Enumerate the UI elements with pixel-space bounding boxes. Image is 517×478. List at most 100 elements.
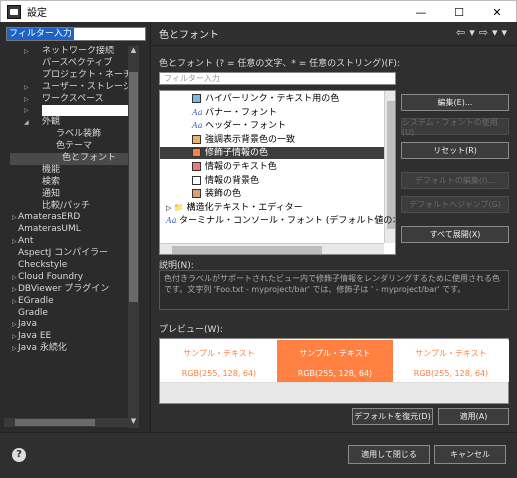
nav-menu-icon[interactable]: ▾ <box>492 26 498 39</box>
tree-vertical-scrollbar[interactable]: ▲ ▼ <box>128 46 139 428</box>
close-button[interactable]: ✕ <box>478 1 516 23</box>
color-font-item[interactable]: Aa バナー・フォント <box>160 107 384 119</box>
color-font-item[interactable]: 情報のテキスト色 <box>160 161 384 173</box>
tree-item[interactable]: プロジェクト・ネーチャー <box>4 70 136 82</box>
tree-item[interactable]: ▷ Ant <box>4 236 136 248</box>
edit-default-button[interactable]: デフォルトの編集(I)... <box>401 172 509 189</box>
tree-item-label: AmaterasUML <box>18 224 81 235</box>
color-font-item[interactable]: ハイパーリンク・テキスト用の色 <box>160 93 384 105</box>
collapsed-arrow-icon[interactable]: ▷ <box>12 212 17 224</box>
filter-input-text: フィルター入力 <box>7 28 74 40</box>
color-swatch-icon <box>192 175 201 185</box>
tree-item[interactable]: ▷ ネットワーク接続 <box>4 46 136 58</box>
app-icon <box>7 4 21 19</box>
tree-item[interactable]: 機能 <box>4 165 136 177</box>
category-folder-icon: 📁 <box>173 202 184 212</box>
collapsed-arrow-icon[interactable]: ▷ <box>12 331 17 343</box>
collapsed-arrow-icon[interactable]: ▷ <box>12 284 17 296</box>
tree-item[interactable]: ◢ 外観 <box>4 117 136 129</box>
color-font-item[interactable]: 強調表示背景色の一致 <box>160 134 384 146</box>
collapsed-arrow-icon[interactable]: ▷ <box>24 46 29 58</box>
help-icon[interactable]: ? <box>12 448 26 462</box>
collapsed-arrow-icon[interactable]: ▷ <box>24 82 29 94</box>
tree-item[interactable]: 色とフォント <box>10 153 136 165</box>
cancel-button[interactable]: キャンセル <box>434 445 506 464</box>
collapsed-arrow-icon[interactable]: ▷ <box>12 272 17 284</box>
expand-arrow-icon[interactable]: ▷ <box>166 204 174 212</box>
preview-box: サンプル・テキスト RGB(255, 128, 64) サンプル・テキスト RG… <box>159 338 509 404</box>
collapsed-arrow-icon[interactable]: ▷ <box>24 94 29 106</box>
collapsed-arrow-icon[interactable]: ▷ <box>12 236 17 248</box>
tree-item[interactable]: ▷ ワークスペース <box>4 94 136 106</box>
collapsed-arrow-icon[interactable]: ▷ <box>12 319 17 331</box>
tree-item[interactable]: AmaterasUML <box>4 224 136 236</box>
tree-item[interactable]: ▷ Java EE <box>4 331 136 343</box>
forward-arrow-icon[interactable]: ⇨ <box>479 26 488 39</box>
color-font-item-label: ハイパーリンク・テキスト用の色 <box>205 94 340 104</box>
tree-item[interactable]: 検索 <box>4 177 136 189</box>
tree-item[interactable]: 色テーマ <box>4 141 136 153</box>
reset-button[interactable]: リセット(R) <box>401 142 509 159</box>
tree-item-label: ラベル装飾 <box>56 129 102 140</box>
tree-item[interactable]: 比較/パッチ <box>4 201 136 213</box>
tree-item[interactable]: ▷ DBViewer プラグイン <box>4 284 136 296</box>
view-menu-icon[interactable]: ▾ <box>501 26 507 39</box>
scroll-down-icon[interactable]: ▼ <box>128 417 139 428</box>
color-filter-input[interactable]: フィルター入力 <box>159 72 396 85</box>
list-scroll-thumb[interactable] <box>387 101 395 229</box>
apply-and-close-button[interactable]: 適用して閉じる <box>348 445 430 464</box>
color-font-item[interactable]: Aa ヘッダー・フォント <box>160 120 384 132</box>
minimize-button[interactable]: — <box>402 1 440 23</box>
scroll-up-icon[interactable]: ▲ <box>128 46 139 57</box>
window-title: 設定 <box>27 8 47 19</box>
expanded-arrow-icon[interactable]: ◢ <box>24 117 29 129</box>
tree-horizontal-scrollbar[interactable] <box>4 418 128 427</box>
list-horizontal-scrollbar[interactable] <box>160 243 384 254</box>
collapsed-arrow-icon[interactable]: ▷ <box>12 343 17 355</box>
tree-hscroll-thumb[interactable] <box>15 419 95 426</box>
use-system-font-button[interactable]: システム・フォントの使用(U) <box>401 118 509 137</box>
tree-item[interactable]: ▷ ユーザー・ストレージ・サ <box>4 82 136 94</box>
color-font-item[interactable]: ▷ 📁 構造化テキスト・エディター <box>160 202 384 214</box>
color-font-item[interactable]: 情報の背景色 <box>160 175 384 187</box>
font-icon: Aa <box>166 216 177 226</box>
preview-rgb-text: RGB(255, 128, 64) <box>297 369 373 378</box>
goto-default-button[interactable]: デフォルトへジャンプ(G) <box>401 196 509 213</box>
colors-and-fonts-page: 色とフォント ⇦ ▾ ⇨ ▾ ▾ 色とフォント (? = 任意の文字、* = 任… <box>151 22 517 432</box>
color-font-item-label: 構造化テキスト・エディター <box>186 202 303 213</box>
tree-item[interactable]: Gradle <box>4 308 136 320</box>
preview-sample-text: サンプル・テキスト <box>415 349 487 358</box>
color-font-item[interactable]: 装飾の色 <box>160 188 384 200</box>
preview-sample-text: サンプル・テキスト <box>183 349 255 358</box>
tree-item[interactable]: ▷ Cloud Foundry <box>4 272 136 284</box>
tree-scroll-thumb[interactable] <box>129 72 138 302</box>
tree-item[interactable]: ▷ Java 永続化 <box>4 343 136 355</box>
back-arrow-icon[interactable]: ⇦ <box>456 26 465 39</box>
preview-cell: サンプル・テキスト RGB(255, 128, 64) <box>161 340 277 382</box>
color-font-item[interactable]: 修飾子情報の色 <box>160 147 384 160</box>
tree-item[interactable]: 通知 <box>4 189 136 201</box>
tree-item[interactable]: Checkstyle <box>4 260 136 272</box>
color-swatch-icon <box>192 134 201 144</box>
tree-item[interactable]: パースペクティブ <box>4 58 136 70</box>
maximize-button[interactable]: ☐ <box>440 1 478 23</box>
apply-button[interactable]: 適用(A) <box>438 408 509 425</box>
tree-item[interactable]: ▷ AmaterasERD <box>4 212 136 224</box>
expand-all-button[interactable]: すべて展開(X) <box>401 226 509 243</box>
collapsed-arrow-icon[interactable]: ▷ <box>12 296 17 308</box>
nav-menu-icon[interactable]: ▾ <box>469 26 475 39</box>
tree-item[interactable]: ▷ EGradle <box>4 296 136 308</box>
tree-item[interactable]: ▷ <box>4 105 136 117</box>
edit-button[interactable]: 編集(E)... <box>401 94 509 111</box>
tree-item[interactable]: AspectJ コンパイラー <box>4 248 136 260</box>
tree-item[interactable]: ラベル装飾 <box>4 129 136 141</box>
tree-item-label: パースペクティブ <box>42 57 113 68</box>
font-icon: Aa <box>192 107 203 117</box>
tree-item-label <box>42 105 134 117</box>
collapsed-arrow-icon[interactable]: ▷ <box>24 105 29 117</box>
list-hscroll-thumb[interactable] <box>172 246 322 254</box>
tree-item[interactable]: ▷ Java <box>4 319 136 331</box>
color-font-item[interactable]: Aa ターミナル・コンソール・フォント (デフォルト値のオー <box>160 215 395 227</box>
filter-input[interactable]: フィルター入力 <box>6 27 146 41</box>
restore-defaults-button[interactable]: デフォルトを復元(D) <box>352 408 433 425</box>
